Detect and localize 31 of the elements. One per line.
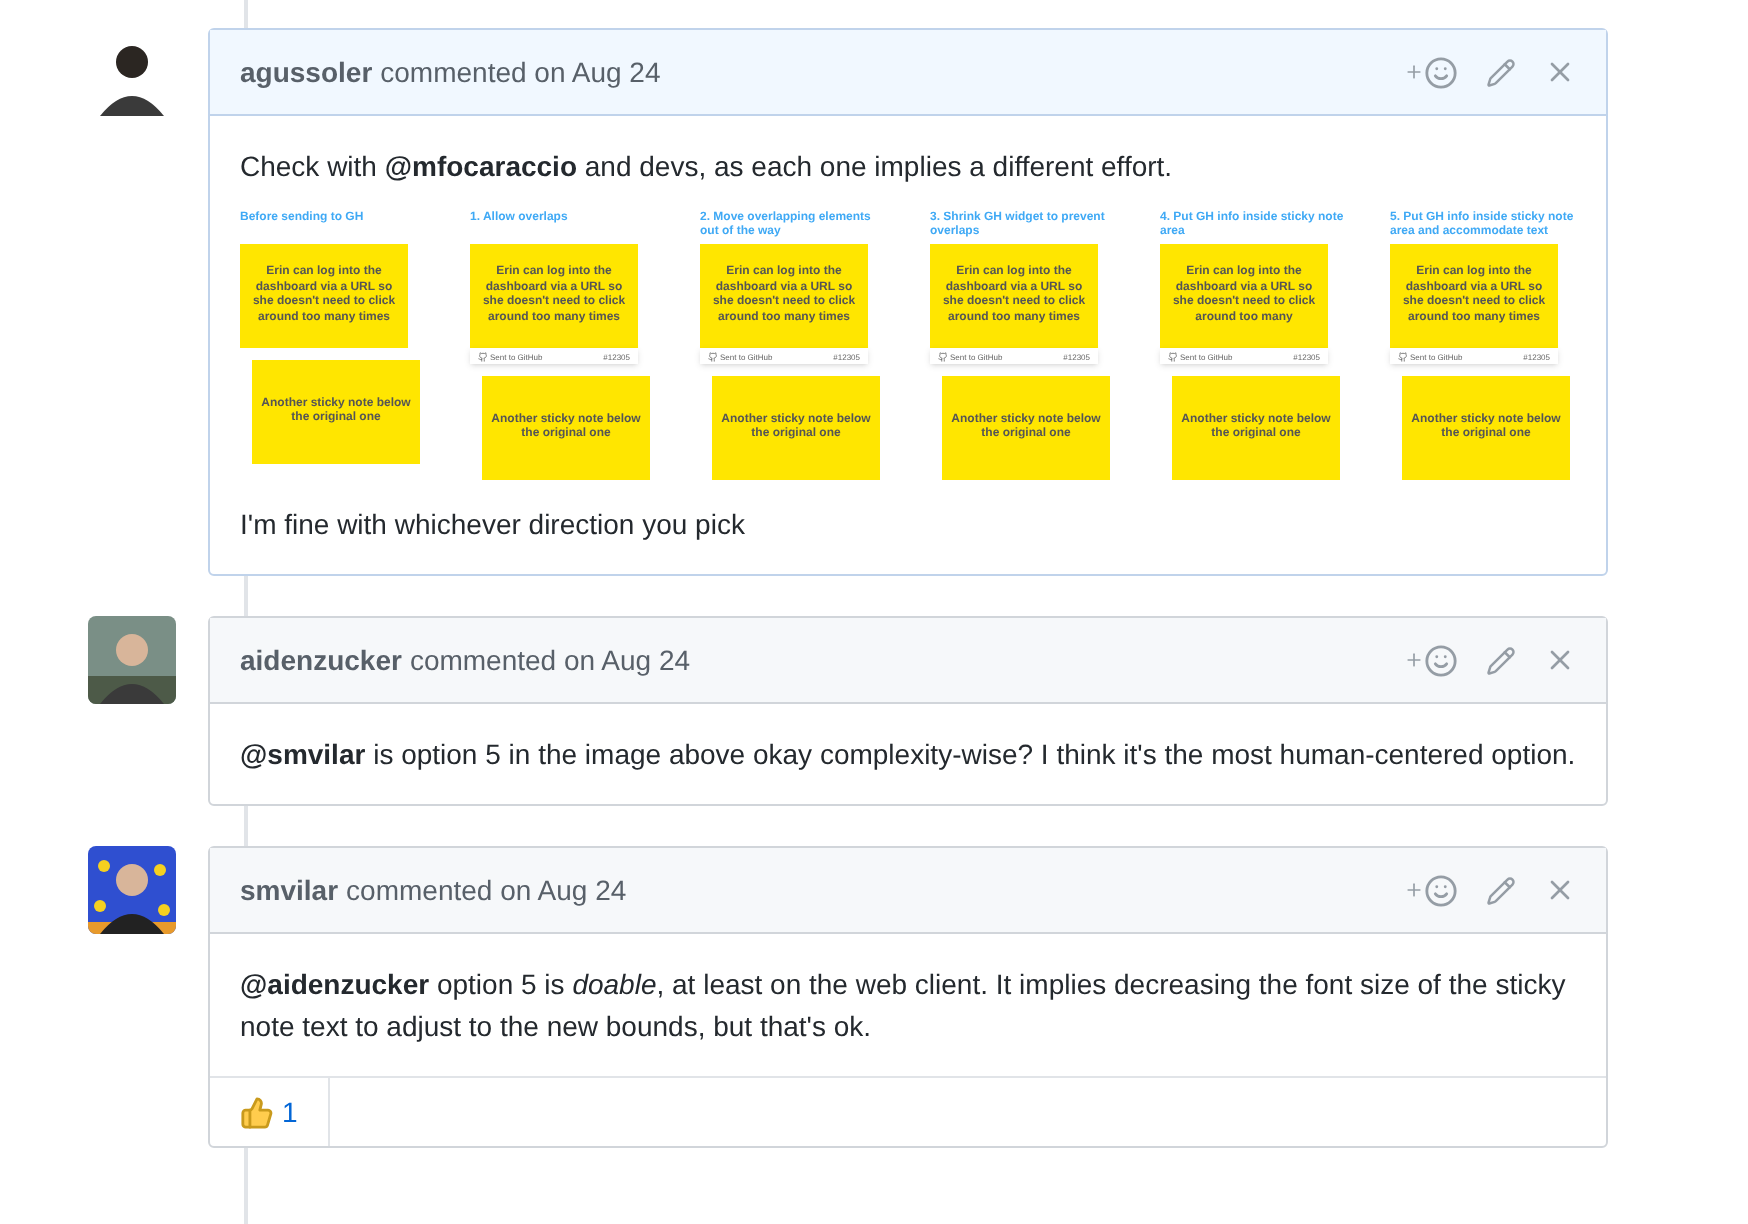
plus-icon: [1404, 650, 1424, 670]
comment-meta: commented on Aug 24: [380, 53, 661, 92]
plus-icon: [1404, 62, 1424, 82]
add-reaction-button[interactable]: [1404, 55, 1458, 89]
smiley-icon: [1424, 873, 1458, 907]
add-reaction-button[interactable]: [1404, 643, 1458, 677]
github-icon: [708, 351, 718, 361]
avatar[interactable]: [88, 616, 176, 704]
thumbs-up-icon: [240, 1095, 274, 1129]
comment-text: @smvilar is option 5 in the image above okay complexity-wise? I think it's the most human-centered option.: [240, 736, 1576, 774]
smiley-icon: [1424, 55, 1458, 89]
plus-icon: [1404, 880, 1424, 900]
edit-icon[interactable]: [1486, 875, 1516, 905]
edit-icon[interactable]: [1486, 57, 1516, 87]
github-icon: [1398, 351, 1408, 361]
author-link[interactable]: agussoler: [240, 51, 373, 93]
add-reaction-button[interactable]: [1404, 873, 1458, 907]
edit-icon[interactable]: [1486, 645, 1516, 675]
comment-meta: commented on Aug 24: [346, 871, 627, 910]
author-link[interactable]: aidenzucker: [240, 639, 402, 681]
avatar[interactable]: [88, 846, 176, 934]
comment-meta: commented on Aug 24: [409, 641, 691, 680]
author-link[interactable]: smvilar: [240, 869, 339, 911]
comment-text: Check with @mfocaraccio and devs, as each one implies a different effort.: [240, 148, 1175, 186]
reaction-button[interactable]: 1: [210, 1078, 330, 1146]
github-icon: [1168, 351, 1178, 361]
github-icon: [478, 351, 488, 361]
comment-text: I'm fine with whichever direction you pick: [240, 506, 747, 544]
comment-text: @aidenzucker option 5 is doable, at least on the web client. It implies decreasing the font size of the sticky note text to adjust to the new bounds, but that's ok.: [240, 966, 1568, 1046]
github-icon: [938, 351, 948, 361]
smiley-icon: [1424, 643, 1458, 677]
